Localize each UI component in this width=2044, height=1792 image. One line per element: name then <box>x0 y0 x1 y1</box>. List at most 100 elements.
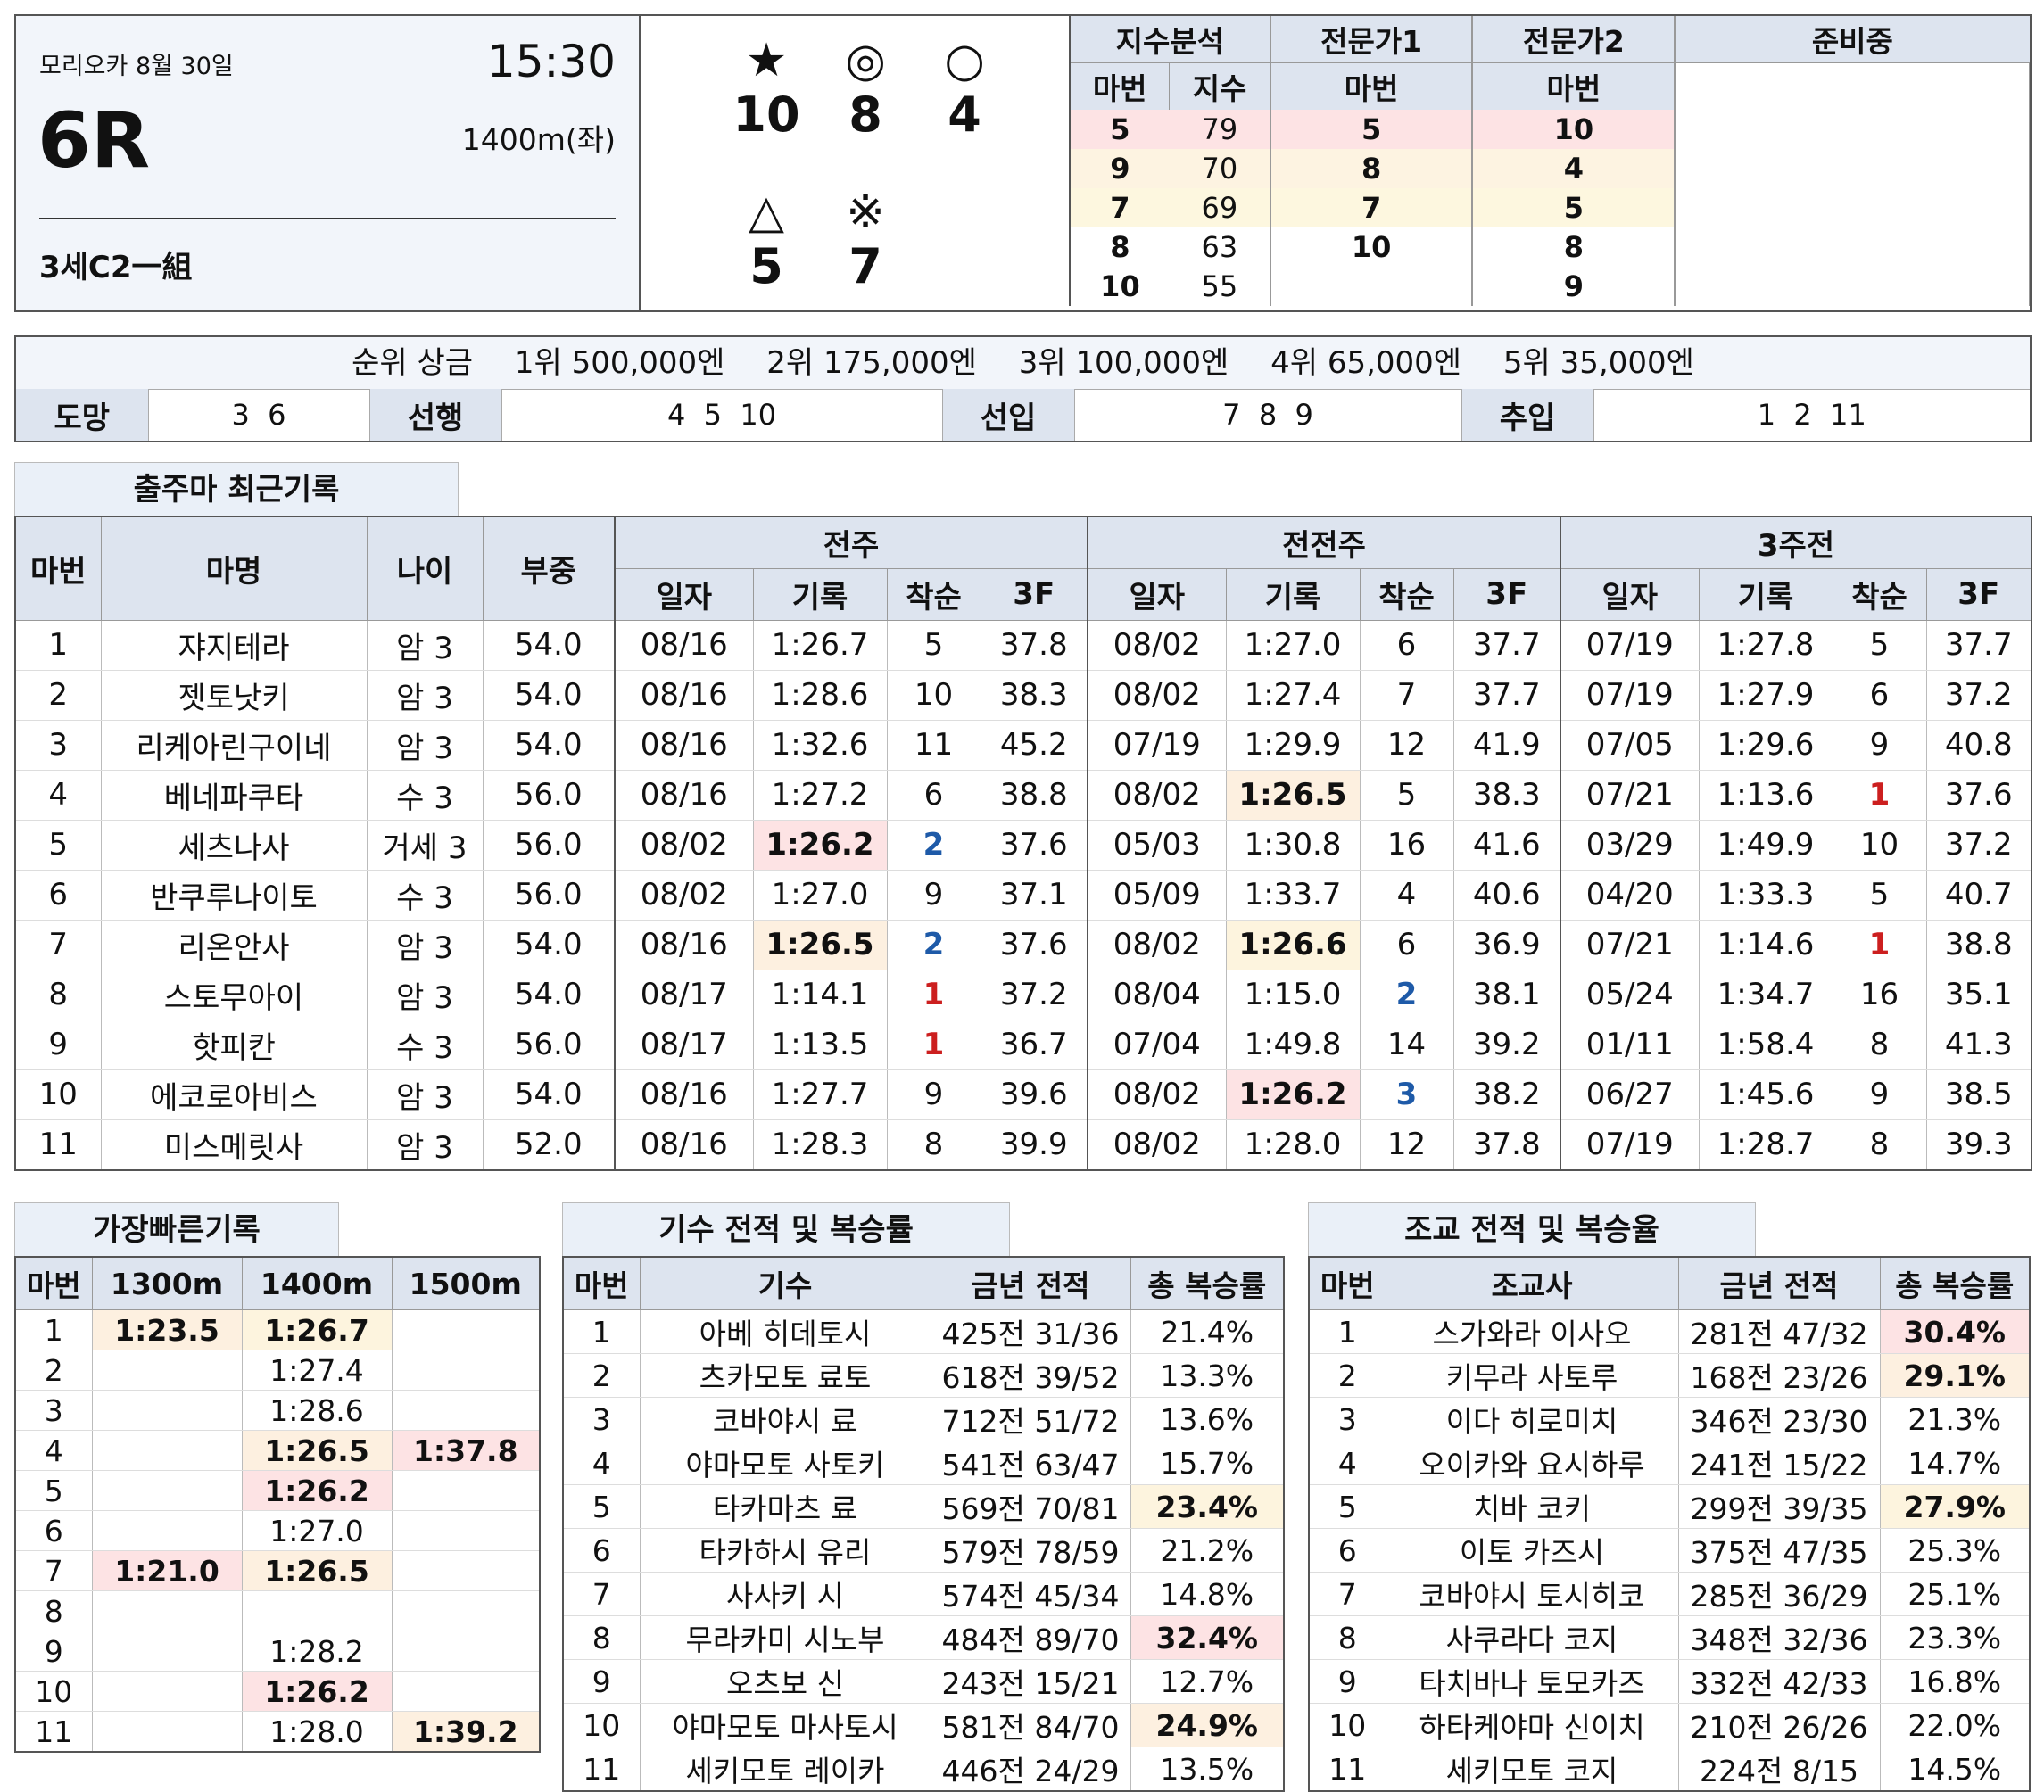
table-row: 6 반쿠루나이토 수 3 56.0 08/02 1:27.0 9 37.1 05/09 1:33.… <box>15 870 2032 921</box>
race-date: 08/02 <box>1088 620 1227 671</box>
expert1-pick <box>1270 267 1474 306</box>
pick-triangle: △ 5 <box>717 186 815 294</box>
place-rate: 23.3% <box>1880 1615 2031 1660</box>
table-row: 11 세키모토 레이카 446전 24/29 13.5% <box>563 1747 1285 1792</box>
year-record: 579전 78/59 <box>931 1528 1131 1573</box>
place-rate: 13.3% <box>1130 1353 1285 1398</box>
col-header: 1400m <box>241 1256 393 1310</box>
last-3f: 37.7 <box>1453 670 1561 721</box>
sub-header: 일자 <box>614 567 754 621</box>
finish-position: 2 <box>887 820 981 871</box>
last-3f: 38.8 <box>981 770 1088 821</box>
race-date: 08/04 <box>1088 970 1227 1020</box>
sub-header: 마번 <box>1070 62 1171 110</box>
race-time: 1:27.7 <box>753 1069 888 1120</box>
place-rate: 21.2% <box>1130 1528 1285 1573</box>
horse-name: 리케아린구이네 <box>101 720 368 771</box>
index-value: 70 <box>1169 149 1271 188</box>
race-date: 08/16 <box>615 670 754 721</box>
horse-weight: 56.0 <box>483 770 616 821</box>
best-1500m <box>392 1390 541 1431</box>
race-date: 08/17 <box>615 970 754 1020</box>
horse-weight: 54.0 <box>483 670 616 721</box>
best-1400m: 1:26.5 <box>242 1430 393 1471</box>
year-record: 346전 23/30 <box>1678 1397 1881 1441</box>
horse-age: 암 3 <box>367 670 484 721</box>
table-row: 9 타치바나 토모카즈 332전 42/33 16.8% <box>1309 1659 2031 1704</box>
jockey-tab: 기수 전적 및 복승률 <box>562 1202 1010 1256</box>
circle-icon: ○ <box>944 34 985 87</box>
pending-area <box>1675 62 2031 306</box>
index-value: 79 <box>1169 110 1271 149</box>
last-3f: 35.1 <box>1926 970 2032 1020</box>
table-row: 7 리온안사 암 3 54.0 08/16 1:26.5 2 37.6 08/02 1:26.6 6… <box>15 920 2032 970</box>
race-date: 03/29 <box>1560 820 1700 871</box>
year-record: 299전 39/35 <box>1678 1484 1881 1529</box>
best-1300m <box>92 1671 243 1712</box>
col-header: 마번 <box>14 516 102 621</box>
race-time: 1:29.9 <box>1226 720 1361 771</box>
place-rate: 15.7% <box>1130 1441 1285 1485</box>
last-3f: 41.3 <box>1926 1020 2032 1070</box>
table-row: 7 사사키 시 574전 45/34 14.8% <box>563 1572 1285 1616</box>
race-date: 04/20 <box>1560 870 1700 921</box>
last-3f: 39.2 <box>1453 1020 1561 1070</box>
race-date: 08/02 <box>615 820 754 871</box>
race-date: 08/02 <box>1088 770 1227 821</box>
col-header: 금년 전적 <box>930 1256 1131 1310</box>
best-1400m: 1:28.6 <box>242 1390 393 1431</box>
race-date: 05/09 <box>1088 870 1227 921</box>
expert1-pick: 7 <box>1270 188 1474 227</box>
horse-name: 세츠나사 <box>101 820 368 871</box>
race-time: 1:26.2 <box>1226 1069 1361 1120</box>
race-time: 1:58.4 <box>1699 1020 1833 1070</box>
race-time: 1:49.8 <box>1226 1020 1361 1070</box>
horse-name: 리온안사 <box>101 920 368 970</box>
trainer-name: 이토 카즈시 <box>1386 1528 1679 1573</box>
sub-header: 착순 <box>1359 567 1454 621</box>
race-info-panel: 모리오카 8월 30일 15:30 6R 1400m(좌) 3세C2一組 <box>16 16 641 310</box>
last-3f: 39.6 <box>981 1069 1088 1120</box>
pick-number: 10 <box>732 87 800 143</box>
race-time: 1:14.1 <box>753 970 888 1020</box>
best-1300m: 1:21.0 <box>92 1550 243 1591</box>
table-row: 9 1:28.2 <box>15 1631 541 1672</box>
table-row: 11 세키모토 코지 224전 8/15 14.5% <box>1309 1747 2031 1792</box>
trainer-name: 치바 코키 <box>1386 1484 1679 1529</box>
index-analysis-table: 지수분석 전문가1 전문가2 준비중 마번 지수 마번 마번 5 79 5 10… <box>1069 16 2031 306</box>
race-time: 1:14.6 <box>1699 920 1833 970</box>
best-1300m <box>92 1390 243 1431</box>
horse-weight: 54.0 <box>483 970 616 1020</box>
finish-position: 3 <box>1360 1069 1454 1120</box>
last-3f: 37.7 <box>1453 620 1561 671</box>
horse-number: 8 <box>15 1590 93 1631</box>
race-date: 08/02 <box>1088 670 1227 721</box>
horse-number: 1 <box>1309 1309 1386 1354</box>
year-record: 285전 36/29 <box>1678 1572 1881 1616</box>
sub-header: 3F <box>1925 567 2032 621</box>
finish-position: 16 <box>1833 970 1927 1020</box>
place-rate: 14.8% <box>1130 1572 1285 1616</box>
horse-weight: 56.0 <box>483 820 616 871</box>
year-record: 484전 89/70 <box>931 1615 1131 1660</box>
race-time: 1:15.0 <box>1226 970 1361 1020</box>
group-header: 전전주 <box>1087 516 1561 569</box>
table-row: 2 1:27.4 <box>15 1350 541 1391</box>
horse-number: 1 <box>15 1309 93 1350</box>
finish-position: 14 <box>1360 1020 1454 1070</box>
race-date: 08/02 <box>1088 1119 1227 1170</box>
table-row: 3 코바야시 료 712전 51/72 13.6% <box>563 1397 1285 1441</box>
last-3f: 38.5 <box>1926 1069 2032 1120</box>
race-time: 1:45.6 <box>1699 1069 1833 1120</box>
sub-header: 마번 <box>1270 62 1474 110</box>
horse-weight: 56.0 <box>483 1020 616 1070</box>
horse-age: 수 3 <box>367 770 484 821</box>
horse-weight: 54.0 <box>483 1069 616 1120</box>
best-1500m: 1:39.2 <box>392 1711 541 1753</box>
year-record: 375전 47/35 <box>1678 1528 1881 1573</box>
table-row: 2 키무라 사토루 168전 23/26 29.1% <box>1309 1353 2031 1398</box>
finish-position: 7 <box>1360 670 1454 721</box>
prize-item: 5위 35,000엔 <box>1502 345 1694 381</box>
jockey-name: 아베 히데토시 <box>640 1309 931 1354</box>
col-header: 금년 전적 <box>1677 1256 1881 1310</box>
